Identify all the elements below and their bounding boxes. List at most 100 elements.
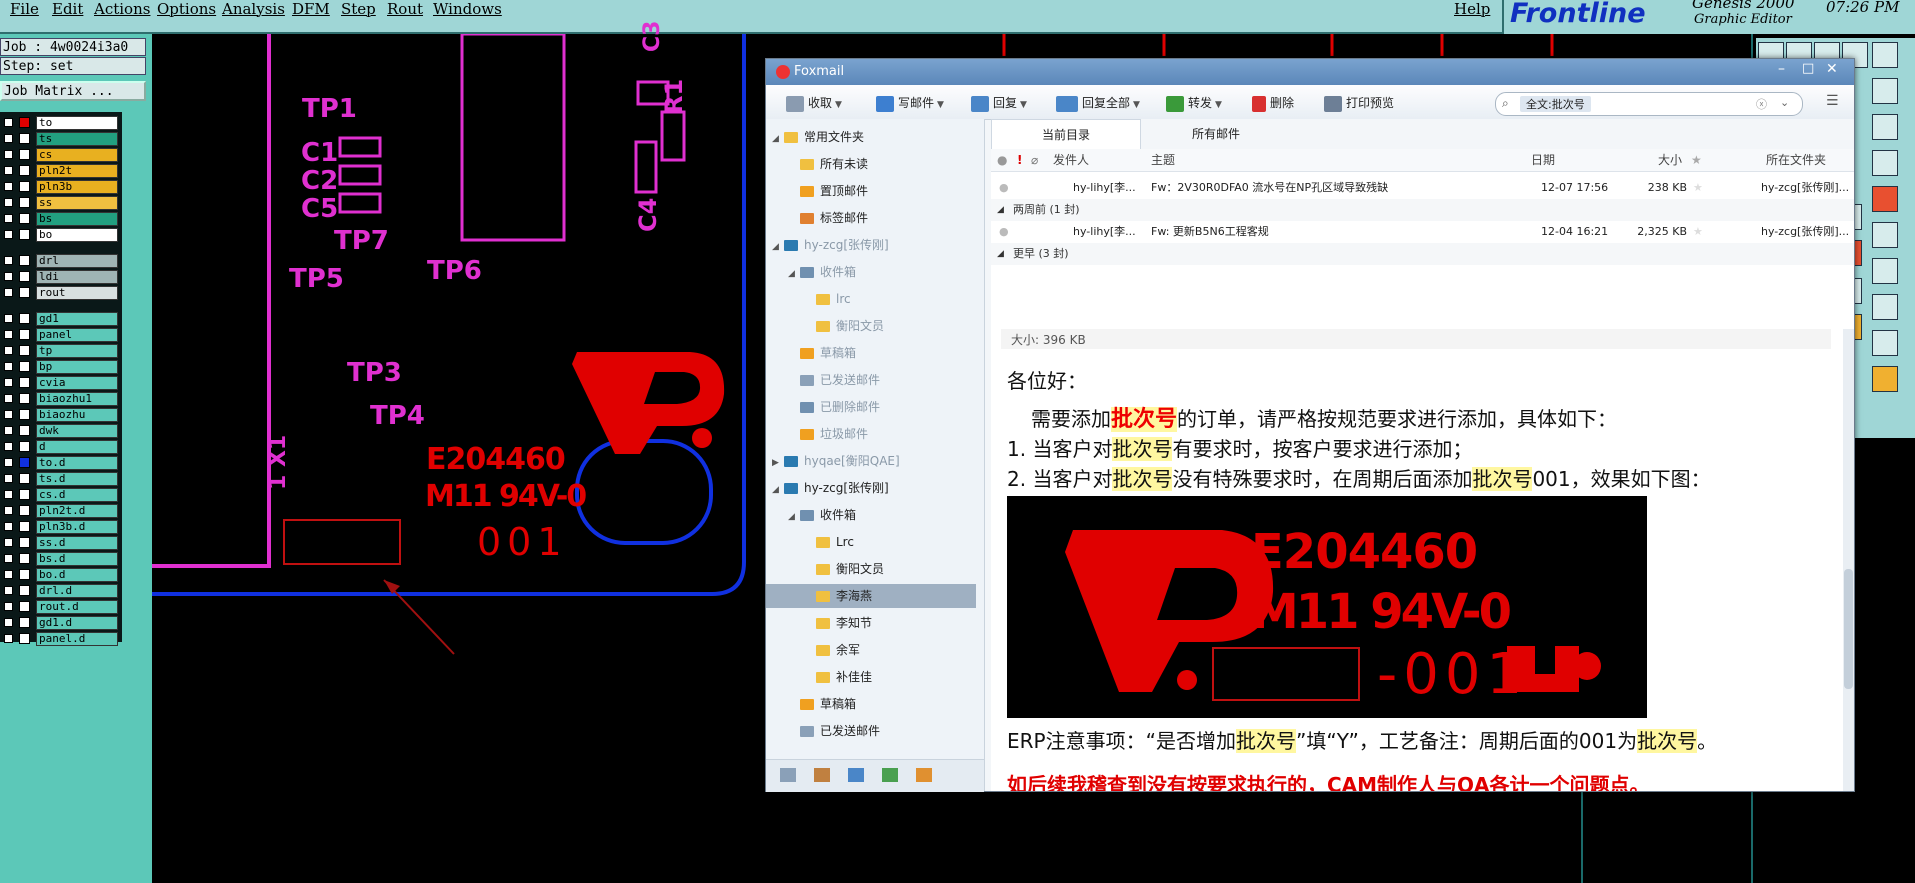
- layer-name[interactable]: pln2t: [36, 164, 118, 178]
- tab-current-folder[interactable]: 当前目录: [991, 119, 1141, 149]
- folder-yujun[interactable]: 余军: [816, 638, 860, 662]
- folder-tagged[interactable]: 标签邮件: [800, 206, 868, 230]
- layer-color-swatch[interactable]: [19, 601, 30, 612]
- layer-color-swatch[interactable]: [19, 271, 30, 282]
- message-scrollbar[interactable]: [1843, 329, 1854, 791]
- folder-lrc-2[interactable]: Lrc: [816, 530, 854, 554]
- folder-hengyang-2[interactable]: 衡阳文员: [816, 557, 884, 581]
- layer-row-panel-d[interactable]: panel.d: [2, 632, 118, 646]
- layer-checkbox[interactable]: [4, 506, 13, 515]
- layer-row-pln2t-d[interactable]: pln2t.d: [2, 504, 118, 518]
- layer-name[interactable]: biaozhu1: [36, 392, 118, 406]
- layer-name[interactable]: drl: [36, 254, 118, 268]
- layer-name[interactable]: drl.d: [36, 584, 118, 598]
- layer-checkbox[interactable]: [4, 458, 13, 467]
- layer-name[interactable]: bo.d: [36, 568, 118, 582]
- layer-color-swatch[interactable]: [19, 393, 30, 404]
- write-mail-button[interactable]: 写邮件 ▼: [876, 94, 944, 112]
- layer-checkbox[interactable]: [4, 118, 13, 127]
- layer-row-panel[interactable]: panel: [2, 328, 118, 342]
- layer-name[interactable]: to: [36, 116, 118, 130]
- folder-common[interactable]: ◢ 常用文件夹: [772, 125, 864, 149]
- layer-row-gd1-d[interactable]: gd1.d: [2, 616, 118, 630]
- layer-color-swatch[interactable]: [19, 149, 30, 160]
- layer-name[interactable]: bo: [36, 228, 118, 242]
- layer-color-swatch[interactable]: [19, 585, 30, 596]
- tool-button[interactable]: [1872, 186, 1898, 212]
- menu-actions[interactable]: Actions: [94, 0, 150, 18]
- layer-checkbox[interactable]: [4, 586, 13, 595]
- forward-button[interactable]: 转发 ▼: [1166, 94, 1222, 112]
- read-status-icon[interactable]: ●: [997, 149, 1007, 171]
- layer-color-swatch[interactable]: [19, 117, 30, 128]
- layer-checkbox[interactable]: [4, 410, 13, 419]
- layer-color-swatch[interactable]: [19, 505, 30, 516]
- tab-all-mail[interactable]: 所有邮件: [1141, 119, 1291, 149]
- menu-analysis[interactable]: Analysis: [222, 0, 285, 18]
- layer-color-swatch[interactable]: [19, 553, 30, 564]
- search-box[interactable]: ⌕ 全文:批次号 ⓧ ⌄: [1495, 92, 1803, 116]
- tool-button[interactable]: [1872, 150, 1898, 176]
- mail-row[interactable]: ● hy-lihy[李... Fw: 更新B5N6工程客规 12-04 16:2…: [991, 221, 1854, 243]
- star-icon[interactable]: ★: [1691, 149, 1702, 171]
- layer-name[interactable]: cs.d: [36, 488, 118, 502]
- layer-checkbox[interactable]: [4, 634, 13, 643]
- layer-name[interactable]: pln2t.d: [36, 504, 118, 518]
- layer-color-swatch[interactable]: [19, 133, 30, 144]
- layer-name[interactable]: gd1.d: [36, 616, 118, 630]
- layer-checkbox[interactable]: [4, 330, 13, 339]
- layer-row-drl[interactable]: drl: [2, 254, 118, 268]
- tool-button[interactable]: [1872, 114, 1898, 140]
- layer-row-pln2t[interactable]: pln2t: [2, 164, 118, 178]
- folder-lrc-1[interactable]: lrc: [816, 287, 851, 311]
- layer-checkbox[interactable]: [4, 602, 13, 611]
- folder-sent-1[interactable]: 已发送邮件: [800, 368, 880, 392]
- folder-drafts-2[interactable]: 草稿箱: [800, 692, 856, 716]
- layer-color-swatch[interactable]: [19, 537, 30, 548]
- layer-row-tp[interactable]: tp: [2, 344, 118, 358]
- account-hyqae[interactable]: ▶ hyqae[衡阳QAE]: [772, 449, 900, 473]
- folder-lihaiyan[interactable]: 李海燕: [766, 584, 976, 608]
- layer-name[interactable]: panel: [36, 328, 118, 342]
- tool-button[interactable]: [1872, 78, 1898, 104]
- layer-checkbox[interactable]: [4, 570, 13, 579]
- layer-row-cs-d[interactable]: cs.d: [2, 488, 118, 502]
- layer-checkbox[interactable]: [4, 272, 13, 281]
- layer-color-swatch[interactable]: [19, 345, 30, 356]
- layer-name[interactable]: ldi: [36, 270, 118, 284]
- layer-row-rout-d[interactable]: rout.d: [2, 600, 118, 614]
- layer-name[interactable]: pln3b: [36, 180, 118, 194]
- layer-row-ts[interactable]: ts: [2, 132, 118, 146]
- scroll-thumb[interactable]: [1844, 569, 1853, 689]
- layer-name[interactable]: cvia: [36, 376, 118, 390]
- layer-checkbox[interactable]: [4, 150, 13, 159]
- layer-checkbox[interactable]: [4, 554, 13, 563]
- print-preview-button[interactable]: 打印预览: [1324, 94, 1394, 112]
- priority-icon[interactable]: !: [1017, 149, 1022, 171]
- layer-name[interactable]: ss.d: [36, 536, 118, 550]
- close-icon[interactable]: ✕: [1826, 61, 1838, 77]
- layer-row-biaozhu1[interactable]: biaozhu1: [2, 392, 118, 406]
- layer-color-swatch[interactable]: [19, 229, 30, 240]
- layer-checkbox[interactable]: [4, 442, 13, 451]
- folder-deleted-1[interactable]: 已删除邮件: [800, 395, 880, 419]
- menu-windows[interactable]: Windows: [433, 0, 502, 18]
- rss-icon[interactable]: [916, 768, 932, 782]
- layer-color-swatch[interactable]: [19, 377, 30, 388]
- layer-checkbox[interactable]: [4, 378, 13, 387]
- layer-checkbox[interactable]: [4, 618, 13, 627]
- layer-color-swatch[interactable]: [19, 361, 30, 372]
- mail-row[interactable]: ● hy-lihy[李... Fw：2V30R0DFA0 流水号在NP孔区域导致…: [991, 177, 1854, 199]
- layer-name[interactable]: to.d: [36, 456, 118, 470]
- folder-junk-1[interactable]: 垃圾邮件: [800, 422, 868, 446]
- layer-checkbox[interactable]: [4, 182, 13, 191]
- folder-pinned[interactable]: 置顶邮件: [800, 179, 868, 203]
- calendar-icon[interactable]: [848, 768, 864, 782]
- receive-button[interactable]: 收取 ▼: [786, 94, 842, 112]
- folder-bujiajia[interactable]: 补佳佳: [816, 665, 872, 689]
- layer-row-rout[interactable]: rout: [2, 286, 118, 300]
- layer-name[interactable]: biaozhu: [36, 408, 118, 422]
- layer-color-swatch[interactable]: [19, 489, 30, 500]
- group-earlier[interactable]: ◢ 更早 (3 封): [991, 243, 1854, 265]
- mail-icon[interactable]: [780, 768, 796, 782]
